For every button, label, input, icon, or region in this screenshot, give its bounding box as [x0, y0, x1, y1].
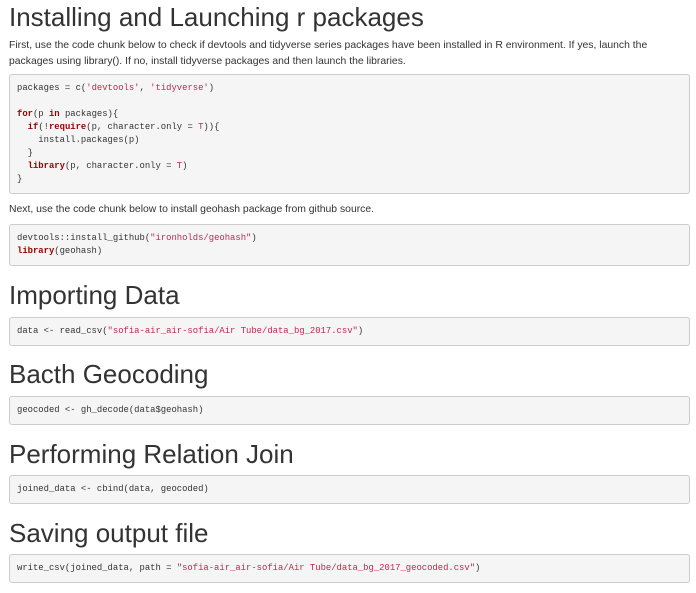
next-paragraph: Next, use the code chunk below to instal… — [9, 204, 375, 215]
document-page: Installing and Launching r packages Firs… — [0, 0, 696, 593]
heading-installing: Installing and Launching r packages — [9, 2, 424, 32]
code-line: install.packages(p) — [17, 135, 140, 145]
code-block-gh-decode[interactable]: geocoded <- gh_decode(data$geohash) — [9, 396, 690, 425]
code-line: devtools::install_github("ironholds/geoh… — [17, 233, 257, 243]
code-block-install-geohash[interactable]: devtools::install_github("ironholds/geoh… — [9, 224, 690, 266]
code-line: } — [17, 174, 23, 184]
heading-geocoding: Bacth Geocoding — [9, 359, 209, 389]
code-line: data <- read_csv("sofia-air_air-sofia/Ai… — [17, 326, 364, 336]
heading-saving-output: Saving output file — [9, 518, 209, 548]
intro-paragraph: First, use the code chunk below to check… — [9, 40, 648, 67]
code-line: joined_data <- cbind(data, geocoded) — [17, 484, 209, 494]
code-line: write_csv(joined_data, path = "sofia-air… — [17, 563, 481, 573]
code-line: packages = c('devtools', 'tidyverse') — [17, 83, 215, 93]
code-line: for(p in packages){ — [17, 109, 119, 119]
code-line: library(p, character.only = T) — [27, 161, 188, 171]
code-line: geocoded <- gh_decode(data$geohash) — [17, 405, 204, 415]
heading-relation-join: Performing Relation Join — [9, 439, 294, 469]
code-block-cbind[interactable]: joined_data <- cbind(data, geocoded) — [9, 475, 690, 504]
code-block-write-csv[interactable]: write_csv(joined_data, path = "sofia-air… — [9, 554, 690, 583]
code-line: } — [17, 148, 33, 158]
code-block-read-csv[interactable]: data <- read_csv("sofia-air_air-sofia/Ai… — [9, 317, 690, 346]
code-block-install-packages[interactable]: packages = c('devtools', 'tidyverse') fo… — [9, 74, 690, 194]
heading-importing: Importing Data — [9, 280, 180, 310]
code-line: if(!require(p, character.only = T)){ — [27, 122, 220, 132]
code-line: library(geohash) — [17, 246, 103, 256]
